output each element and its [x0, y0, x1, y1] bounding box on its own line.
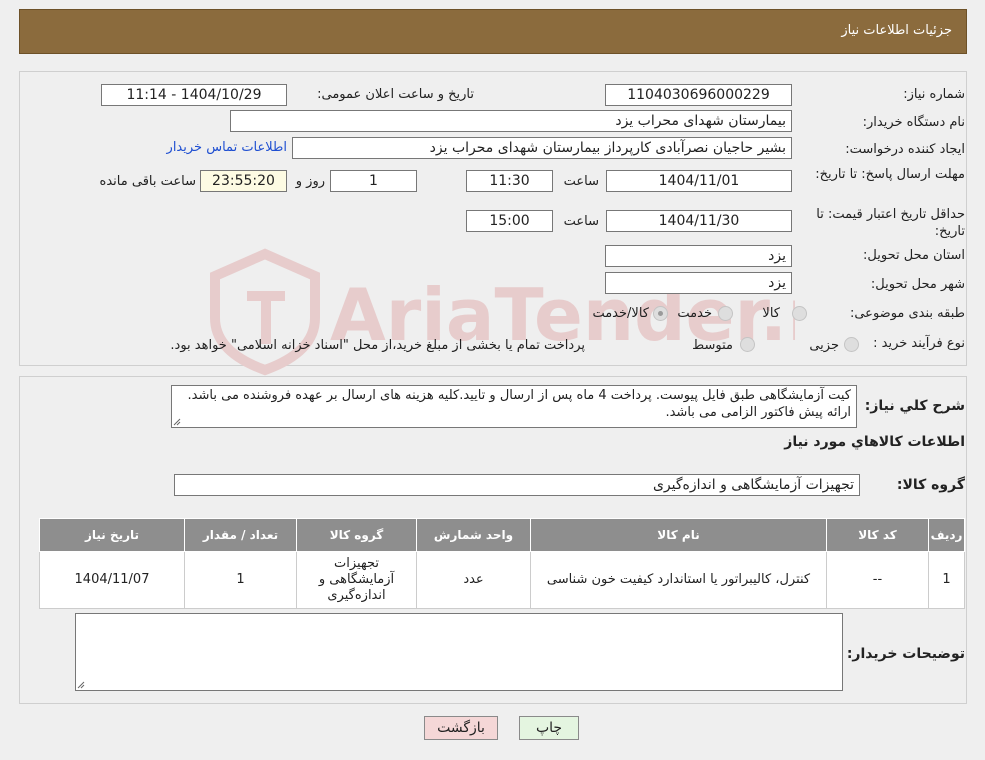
- city-label: شهر محل تحویل:: [870, 277, 965, 292]
- purchase-minor-label: جزیی: [809, 338, 839, 353]
- announce-datetime-field: 1404/10/29 - 11:14: [101, 84, 287, 106]
- category-goods-service-label: کالا/خدمت: [592, 306, 649, 321]
- reply-deadline-date-field: 1404/11/01: [606, 170, 792, 192]
- price-validity-time-field: 15:00: [466, 210, 553, 232]
- reply-deadline-label: مهلت ارسال پاسخ: تا تاریخ:: [815, 167, 965, 182]
- price-validity-date-field: 1404/11/30: [606, 210, 792, 232]
- purchase-minor-radio[interactable]: [844, 337, 859, 352]
- purchase-medium-radio[interactable]: [740, 337, 755, 352]
- col-group: گروه کالا: [296, 518, 417, 552]
- category-service-label: خدمت: [677, 306, 712, 321]
- price-validity-time-label: ساعت: [563, 214, 599, 229]
- requester-label: ایجاد کننده درخواست:: [845, 142, 965, 157]
- price-validity-label: حداقل تاریخ اعتبار قیمت: تا تاریخ:: [816, 207, 965, 239]
- province-field: یزد: [605, 245, 792, 267]
- cell-row: 1: [928, 551, 965, 609]
- back-button[interactable]: بازگشت: [424, 716, 498, 740]
- reply-deadline-time-field: 11:30: [466, 170, 553, 192]
- requester-field: بشیر حاجیان نصرآبادی کارپرداز بیمارستان …: [292, 137, 792, 159]
- items-table-header: رديف کد کالا نام کالا واحد شمارش گروه کا…: [39, 518, 965, 552]
- buyer-org-field: بیمارستان شهدای محراب یزد: [230, 110, 792, 132]
- buyer-notes-label: توضیحات خریدار:: [846, 646, 965, 662]
- cell-group: تجهیزات آزمایشگاهی و اندازه‌گیری: [296, 551, 417, 609]
- goods-group-label: گروه کالا:: [896, 477, 965, 493]
- col-name: نام کالا: [530, 518, 827, 552]
- col-unit: واحد شمارش: [416, 518, 531, 552]
- city-field: یزد: [605, 272, 792, 294]
- table-row: 1 -- کنترل، کالیبراتور یا استاندارد کیفی…: [39, 551, 965, 609]
- cell-quantity: 1: [184, 551, 297, 609]
- page-header: جزئیات اطلاعات نیاز: [19, 9, 967, 54]
- announce-datetime-label: تاریخ و ساعت اعلان عمومی:: [317, 87, 474, 102]
- col-quantity: تعداد / مقدار: [184, 518, 297, 552]
- purchase-note: پرداخت تمام یا بخشی از مبلغ خرید،از محل …: [170, 338, 585, 353]
- col-row: رديف: [928, 518, 965, 552]
- cell-name: کنترل، کالیبراتور یا استاندارد کیفیت خون…: [530, 551, 827, 609]
- col-code: کد کالا: [826, 518, 929, 552]
- summary-textarea[interactable]: کیت آزمایشگاهی طبق فایل پیوست. پرداخت 4 …: [171, 385, 857, 428]
- cell-code: --: [826, 551, 929, 609]
- category-label: طبقه بندی موضوعی:: [849, 306, 965, 321]
- buyer-contact-link[interactable]: اطلاعات تماس خریدار: [167, 140, 287, 155]
- reply-days-field: 1: [330, 170, 417, 192]
- summary-label: شرح کلي نياز:: [864, 398, 965, 414]
- cell-need-date: 1404/11/07: [39, 551, 185, 609]
- province-label: استان محل تحویل:: [863, 248, 965, 263]
- cell-unit: عدد: [416, 551, 531, 609]
- items-table: رديف کد کالا نام کالا واحد شمارش گروه کا…: [39, 518, 965, 609]
- reply-deadline-time-label: ساعت: [563, 174, 599, 189]
- reply-days-label: روز و: [295, 174, 325, 189]
- category-goods-service-radio[interactable]: [653, 306, 668, 321]
- category-goods-radio[interactable]: [792, 306, 807, 321]
- remaining-time-field: 23:55:20: [200, 170, 287, 192]
- purchase-type-label: نوع فرآیند خرید :: [873, 336, 965, 351]
- resize-grip-icon[interactable]: [173, 418, 181, 426]
- buyer-notes-textarea[interactable]: [75, 613, 843, 691]
- category-service-radio[interactable]: [718, 306, 733, 321]
- purchase-medium-label: متوسط: [692, 338, 733, 353]
- remaining-time-label: ساعت باقی مانده: [99, 174, 196, 189]
- page-title: جزئیات اطلاعات نیاز: [841, 23, 952, 38]
- goods-group-field: تجهیزات آزمایشگاهی و اندازه‌گیری: [174, 474, 860, 496]
- goods-info-title: اطلاعات کالاهاي مورد نياز: [784, 434, 965, 450]
- col-need-date: تاريخ نياز: [39, 518, 185, 552]
- need-number-field: 1104030696000229: [605, 84, 792, 106]
- resize-grip-icon[interactable]: [77, 681, 85, 689]
- need-number-label: شماره نیاز:: [903, 87, 965, 102]
- buyer-org-label: نام دستگاه خریدار:: [862, 115, 965, 130]
- category-goods-label: کالا: [762, 306, 780, 321]
- print-button[interactable]: چاپ: [519, 716, 579, 740]
- summary-text: کیت آزمایشگاهی طبق فایل پیوست. پرداخت 4 …: [187, 388, 851, 420]
